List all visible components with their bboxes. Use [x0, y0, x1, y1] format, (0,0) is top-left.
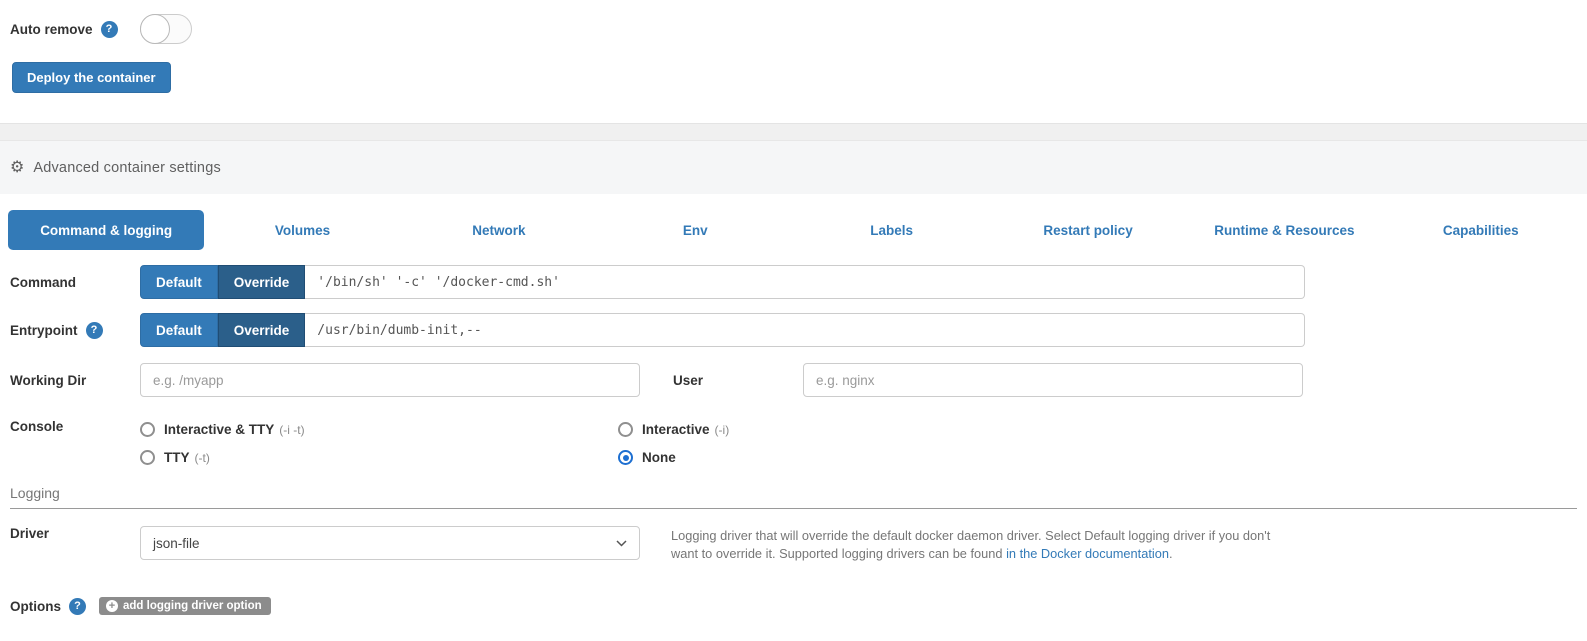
radio-suffix: (-t)	[195, 451, 210, 465]
command-default-button[interactable]: Default	[140, 265, 218, 299]
command-label: Command	[10, 275, 140, 290]
console-row: Console Interactive & TTY (-i -t) Intera…	[10, 419, 1587, 465]
entrypoint-default-button[interactable]: Default	[140, 313, 218, 347]
radio-label: Interactive & TTY	[164, 422, 274, 437]
deploy-section: Auto remove ? Deploy the container	[0, 0, 1587, 123]
driver-help-body: Logging driver that will override the de…	[671, 528, 1270, 561]
section-divider	[0, 123, 1587, 141]
radio-interactive[interactable]: Interactive (-i)	[618, 422, 729, 437]
driver-label: Driver	[10, 526, 140, 541]
logging-driver-select[interactable]: json-file	[140, 526, 640, 560]
tab-volumes[interactable]: Volumes	[204, 210, 400, 250]
workdir-user-row: Working Dir User	[10, 363, 1587, 397]
selected-driver-value: json-file	[153, 536, 200, 551]
entrypoint-label: Entrypoint ?	[10, 322, 140, 339]
settings-tabs: Command & logging Volumes Network Env La…	[8, 210, 1579, 250]
plus-circle-icon: +	[106, 600, 118, 612]
options-label: Options	[10, 599, 61, 614]
command-override-button[interactable]: Override	[218, 265, 306, 299]
chevron-down-icon	[616, 540, 627, 547]
auto-remove-help-icon[interactable]: ?	[101, 21, 118, 38]
console-label: Console	[10, 419, 140, 434]
radio-label: None	[642, 450, 676, 465]
toggle-knob	[140, 14, 170, 44]
radio-label: TTY	[164, 450, 190, 465]
entrypoint-override-button[interactable]: Override	[218, 313, 306, 347]
command-logging-panel: Command Default Override Entrypoint ? De…	[0, 265, 1587, 615]
radio-circle[interactable]	[140, 450, 155, 465]
driver-help-text: Logging driver that will override the de…	[671, 526, 1296, 562]
user-input[interactable]	[803, 363, 1303, 397]
entrypoint-help-icon[interactable]: ?	[86, 322, 103, 339]
command-input[interactable]	[305, 265, 1305, 299]
radio-suffix: (-i)	[715, 423, 730, 437]
entrypoint-label-text: Entrypoint	[10, 323, 78, 338]
auto-remove-row: Auto remove ?	[10, 14, 1587, 44]
tab-capabilities[interactable]: Capabilities	[1383, 210, 1579, 250]
logging-section-rule	[10, 508, 1577, 509]
radio-circle[interactable]	[618, 422, 633, 437]
radio-label: Interactive	[642, 422, 710, 437]
console-radio-group: Interactive & TTY (-i -t) Interactive (-…	[140, 419, 729, 465]
add-option-button-label: add logging driver option	[123, 600, 262, 612]
radio-interactive-tty[interactable]: Interactive & TTY (-i -t)	[140, 422, 618, 437]
options-row: Options ? + add logging driver option	[10, 597, 1587, 615]
entrypoint-input-group: Default Override	[140, 313, 1305, 347]
radio-tty[interactable]: TTY (-t)	[140, 450, 618, 465]
tab-labels[interactable]: Labels	[794, 210, 990, 250]
driver-row: Driver json-file Logging driver that wil…	[10, 526, 1587, 562]
deploy-container-button[interactable]: Deploy the container	[12, 62, 171, 93]
entrypoint-input[interactable]	[305, 313, 1305, 347]
entrypoint-row: Entrypoint ? Default Override	[10, 313, 1587, 347]
tab-command-logging[interactable]: Command & logging	[8, 210, 204, 250]
docker-documentation-link[interactable]: in the Docker documentation	[1006, 546, 1169, 561]
working-dir-input[interactable]	[140, 363, 640, 397]
radio-circle[interactable]	[140, 422, 155, 437]
driver-help-suffix: .	[1169, 546, 1173, 561]
tab-restart-policy[interactable]: Restart policy	[990, 210, 1186, 250]
radio-circle[interactable]	[618, 450, 633, 465]
command-row: Command Default Override	[10, 265, 1587, 299]
gear-icon: ⚙︎	[10, 160, 24, 176]
add-logging-driver-option-button[interactable]: + add logging driver option	[99, 597, 271, 615]
command-input-group: Default Override	[140, 265, 1305, 299]
tab-env[interactable]: Env	[597, 210, 793, 250]
advanced-settings-header: ⚙︎ Advanced container settings	[0, 141, 1587, 194]
widget-title: Advanced container settings	[33, 160, 221, 176]
user-label: User	[673, 373, 803, 388]
auto-remove-toggle[interactable]	[140, 14, 192, 44]
radio-none[interactable]: None	[618, 450, 729, 465]
tab-network[interactable]: Network	[401, 210, 597, 250]
radio-suffix: (-i -t)	[279, 423, 304, 437]
logging-section-title: Logging	[10, 485, 1587, 501]
options-help-icon[interactable]: ?	[69, 598, 86, 615]
tab-runtime-resources[interactable]: Runtime & Resources	[1186, 210, 1382, 250]
working-dir-label: Working Dir	[10, 373, 140, 388]
auto-remove-label: Auto remove	[10, 22, 93, 37]
